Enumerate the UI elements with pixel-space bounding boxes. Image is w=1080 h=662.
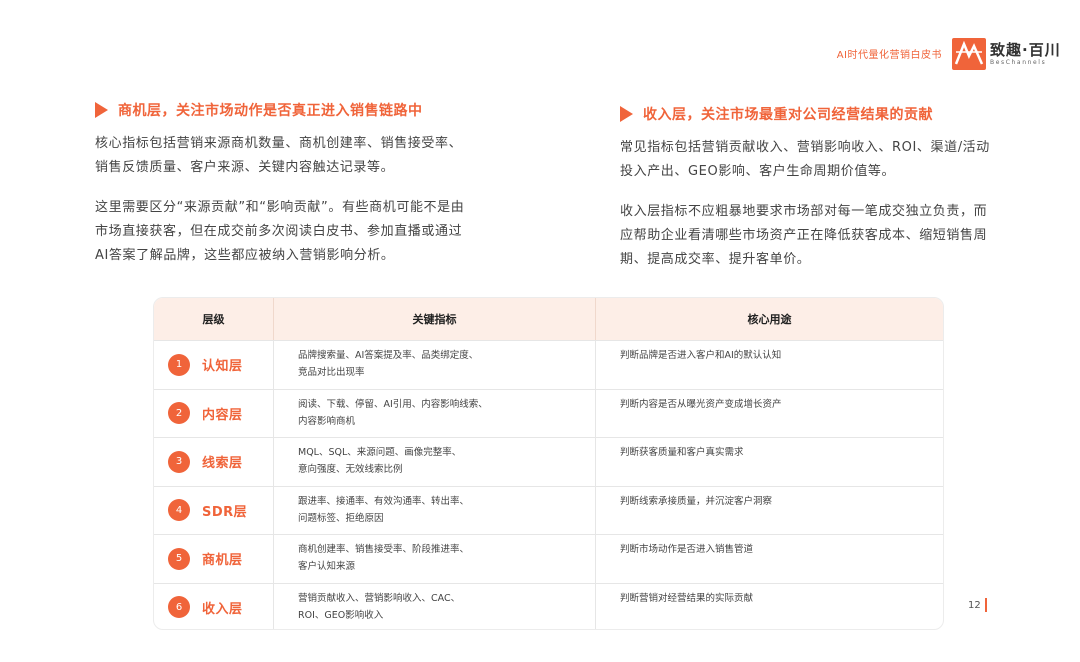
metric-line: 竞品对比出现率 [298, 367, 365, 378]
table-row: 4 SDR层 跟进率、接通率、有效沟通率、转出率、 问题标签、拒绝原因 判断线索承… [154, 485, 943, 534]
level-cell: 5 商机层 [154, 535, 274, 583]
table-row: 1 认知层 品牌搜索量、AI答案提及率、品类绑定度、 竞品对比出现率 判断品牌是否… [154, 340, 943, 389]
use-cell: 判断内容是否从曝光资产变成增长资产 [620, 398, 782, 410]
metric-line: 营销贡献收入、营销影响收入、CAC、 [298, 592, 461, 604]
use-cell: 判断获客质量和客户真实需求 [620, 447, 744, 458]
revenue-section: 收入层，关注市场最重对公司经营结果的贡献 常见指标包括营销贡献收入、营销影响收入… [620, 102, 1000, 272]
level-cell: 2 内容层 [154, 389, 274, 437]
metrics-cell: MQL、SQL、来源问题、画像完整率、 意向强度、无效线索比例 [274, 438, 596, 486]
table-row: 2 内容层 阅读、下载、停留、AI引用、内容影响线索、 内容影响商机 判断内容是否… [154, 388, 943, 437]
play-triangle-icon [620, 106, 633, 122]
use-cell: 判断营销对经营结果的实际贡献 [620, 592, 754, 604]
metric-line: 意向强度、无效线索比例 [298, 464, 403, 475]
metric-line: 商机创建率、销售接受率、阶段推进率、 [298, 544, 470, 555]
level-name: 内容层 [202, 407, 243, 423]
level-cell: 4 SDR层 [154, 486, 274, 534]
brand-logo: 致趣·百川 BesChannels [952, 38, 1061, 70]
page-number-accent [985, 598, 987, 612]
logo-name: 致趣·百川 [990, 41, 1061, 59]
level-name: 商机层 [202, 553, 243, 569]
level-number-badge: 1 [168, 353, 190, 376]
section-paragraph: 收入层指标不应粗暴地要求市场部对每一笔成交独立负责，而应帮助企业看清哪些市场资产… [620, 204, 988, 267]
column-header-use: 核心用途 [747, 313, 792, 326]
level-cell: 3 线索层 [154, 438, 274, 486]
table-row: 6 收入层 营销贡献收入、营销影响收入、CAC、 ROI、GEO影响收入 判断营销… [154, 582, 943, 629]
metrics-cell: 阅读、下载、停留、AI引用、内容影响线索、 内容影响商机 [274, 389, 596, 437]
level-cell: 1 认知层 [154, 341, 274, 389]
section-paragraph: 核心指标包括营销来源商机数量、商机创建率、销售接受率、销售反馈质量、客户来源、关… [95, 136, 463, 175]
metric-line: 跟进率、接通率、有效沟通率、转出率、 [298, 495, 470, 507]
metric-line: MQL、SQL、来源问题、画像完整率、 [298, 447, 462, 458]
level-name: 收入层 [202, 601, 243, 617]
logo-subname: BesChannels [990, 59, 1047, 66]
metric-line: ROI、GEO影响收入 [298, 609, 384, 621]
page-number: 12 [968, 600, 981, 611]
metric-line: 品牌搜索量、AI答案提及率、品类绑定度、 [298, 350, 479, 361]
metric-line: 阅读、下载、停留、AI引用、内容影响线索、 [298, 398, 488, 410]
metrics-cell: 营销贡献收入、营销影响收入、CAC、 ROI、GEO影响收入 [274, 583, 596, 629]
level-number-badge: 6 [168, 596, 190, 619]
metrics-table: 层级 关键指标 核心用途 1 认知层 品牌搜索量、AI答案提及率、品类绑定度、竞… [153, 297, 944, 630]
metric-line: 客户认知来源 [298, 561, 356, 572]
metric-line: 内容影响商机 [298, 415, 356, 427]
section-title: 商机层，关注市场动作是否真正进入销售链路中 [118, 103, 423, 119]
level-number-badge: 2 [168, 402, 190, 425]
metrics-cell: 商机创建率、销售接受率、阶段推进率、 客户认知来源 [274, 535, 596, 583]
business-opportunity-section: 商机层，关注市场动作是否真正进入销售链路中 核心指标包括营销来源商机数量、商机创… [95, 98, 465, 268]
level-number-badge: 3 [168, 450, 190, 473]
column-header-level: 层级 [154, 298, 274, 340]
level-name: SDR层 [202, 504, 248, 520]
use-cell: 判断线索承接质量，并沉淀客户洞察 [620, 495, 773, 507]
metrics-cell: 跟进率、接通率、有效沟通率、转出率、 问题标签、拒绝原因 [274, 486, 596, 534]
table-row: 3 线索层 MQL、SQL、来源问题、画像完整率、 意向强度、无效线索比例 判断获… [154, 437, 943, 486]
use-cell: 判断品牌是否进入客户和AI的默认认知 [620, 350, 782, 361]
level-number-badge: 4 [168, 499, 190, 522]
level-name: 线索层 [202, 456, 243, 472]
table-header: 层级 关键指标 核心用途 [154, 298, 943, 340]
section-paragraph: 常见指标包括营销贡献收入、营销影响收入、ROI、渠道/活动投入产出、GEO影响、… [620, 140, 990, 179]
metric-line: 问题标签、拒绝原因 [298, 512, 384, 524]
play-triangle-icon [95, 102, 108, 118]
doc-title: AI时代量化营销白皮书 [836, 50, 942, 61]
section-title: 收入层，关注市场最重对公司经营结果的贡献 [643, 107, 933, 123]
brand-logo-icon [952, 38, 986, 70]
table-row: 5 商机层 商机创建率、销售接受率、阶段推进率、 客户认知来源 判断市场动作是否进… [154, 534, 943, 583]
metrics-cell: 品牌搜索量、AI答案提及率、品类绑定度、 竞品对比出现率 [274, 341, 596, 389]
level-name: 认知层 [202, 359, 243, 375]
column-header-metrics: 关键指标 [274, 298, 596, 340]
use-cell: 判断市场动作是否进入销售管道 [620, 544, 754, 555]
section-paragraph: 这里需要区分“来源贡献”和“影响贡献”。有些商机可能不是由市场直接获客，但在成交… [95, 200, 465, 263]
level-number-badge: 5 [168, 547, 190, 570]
level-cell: 6 收入层 [154, 583, 274, 629]
